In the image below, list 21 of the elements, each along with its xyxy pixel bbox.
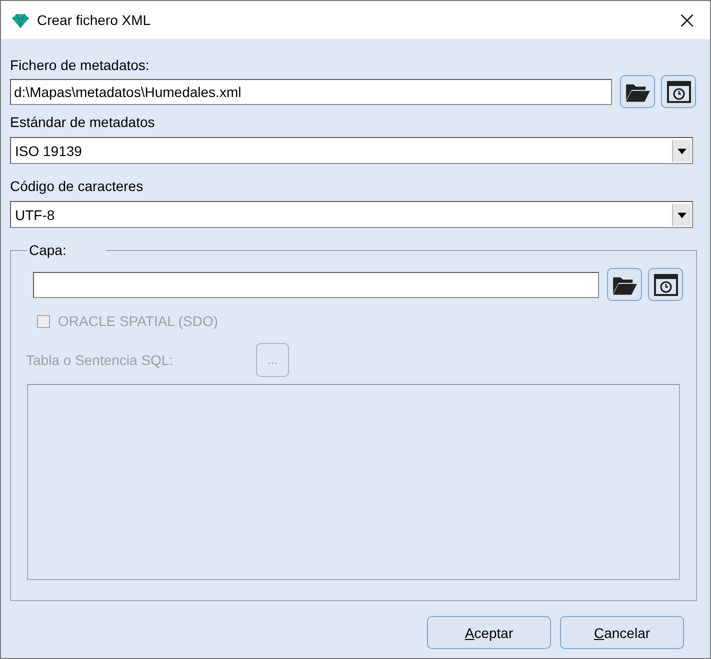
layer-field[interactable] <box>33 272 599 298</box>
cancel-button[interactable]: Cancelar <box>560 616 684 649</box>
accept-button[interactable]: Aceptar <box>427 616 551 649</box>
diamond-icon <box>12 12 29 28</box>
browse-button[interactable] <box>648 268 683 301</box>
open-folder-button[interactable] <box>607 268 642 301</box>
file-path-field[interactable]: d:\Mapas\metadatos\Humedales.xml <box>10 78 612 104</box>
window-clock-icon <box>652 274 678 296</box>
browse-button[interactable] <box>661 75 696 108</box>
field-label: Código de caracteres <box>10 178 144 195</box>
window-clock-icon <box>666 80 692 102</box>
checkbox-label: ORACLE SPATIAL (SDO) <box>58 313 218 329</box>
standard-dropdown[interactable]: ISO 19139 <box>10 137 693 164</box>
group-legend: Capa: <box>27 242 106 259</box>
sql-label: Tabla o Sentencia SQL: <box>26 352 174 368</box>
field-label: Estándar de metadatos <box>10 114 156 131</box>
window-title: Crear fichero XML <box>37 12 151 28</box>
open-folder-button[interactable] <box>620 75 655 108</box>
encoding-dropdown[interactable]: UTF-8 <box>10 201 693 228</box>
field-label: Fichero de metadatos: <box>10 57 150 74</box>
close-button[interactable]: × <box>664 1 710 39</box>
